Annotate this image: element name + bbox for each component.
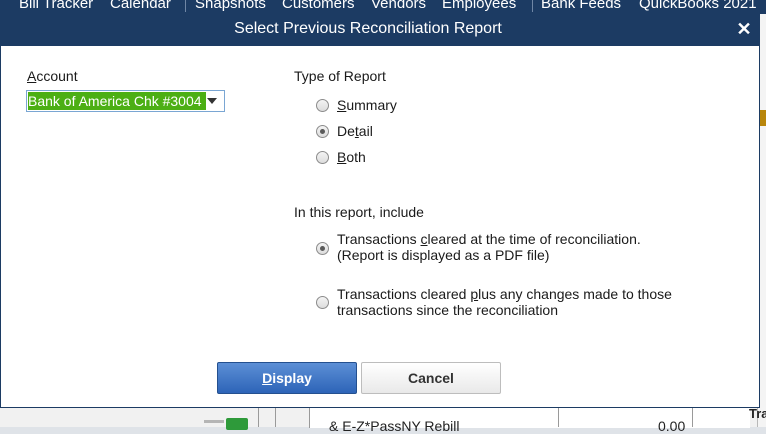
dialog-body: Account Bank of America Chk #3004 Type o… xyxy=(1,46,759,407)
cleared-at-reconciliation-line1: Transactions cleared at the time of reco… xyxy=(337,231,641,247)
reconciliation-report-dialog: Select Previous Reconciliation Report ✕ … xyxy=(0,12,760,408)
dialog-title: Select Previous Reconciliation Report xyxy=(234,20,502,37)
arrow-icon xyxy=(204,420,224,423)
cleared-plus-changes-radio[interactable] xyxy=(316,296,329,309)
cleared-plus-changes-label[interactable]: Transactions cleared plus any changes ma… xyxy=(337,286,672,318)
both-label-rest: oth xyxy=(346,149,366,165)
cleared-at-reconciliation-label[interactable]: Transactions cleared at the time of reco… xyxy=(337,231,641,263)
detail-label[interactable]: Detail xyxy=(337,123,373,139)
report-type-heading: Type of Report xyxy=(294,68,386,84)
both-label[interactable]: Both xyxy=(337,149,366,165)
background-register-row-amount: 0.00 xyxy=(658,418,686,434)
background-divider xyxy=(692,406,693,427)
background-right-text: Tra xyxy=(749,406,766,421)
summary-label[interactable]: Summary xyxy=(337,97,397,113)
summary-mnemonic: S xyxy=(337,97,347,113)
menu-quickbooks-2021[interactable]: QuickBooks 2021 xyxy=(639,0,757,12)
cancel-button[interactable]: Cancel xyxy=(361,362,501,394)
chevron-down-icon[interactable] xyxy=(207,98,217,104)
cleared-line1-pre: Transactions xyxy=(337,231,421,247)
account-dropdown[interactable]: Bank of America Chk #3004 xyxy=(26,90,225,112)
cleared-plus-changes-line2: transactions since the reconciliation xyxy=(337,302,559,318)
plus-line1-rest: lus any changes made to those xyxy=(478,286,672,302)
background-divider xyxy=(275,406,276,427)
background-right-marker xyxy=(760,110,766,126)
plus-line1-pre: Transactions cleared xyxy=(337,286,471,302)
close-icon[interactable]: ✕ xyxy=(735,20,753,38)
include-heading: In this report, include xyxy=(294,204,424,220)
background-register-row-payee: & E-Z*PassNY Rebill xyxy=(329,418,460,434)
green-grid-icon xyxy=(226,418,248,430)
dialog-titlebar[interactable]: Select Previous Reconciliation Report ✕ xyxy=(1,13,759,46)
detail-label-pre: De xyxy=(337,123,355,139)
summary-label-rest: ummary xyxy=(346,97,397,113)
menu-bank-feeds[interactable]: Bank Feeds xyxy=(541,0,621,12)
account-selected-value: Bank of America Chk #3004 xyxy=(28,92,206,110)
display-mnemonic: D xyxy=(262,370,273,386)
menu-vendors[interactable]: Vendors xyxy=(371,0,426,12)
background-divider xyxy=(558,406,559,427)
cleared-at-reconciliation-line2: (Report is displayed as a PDF file) xyxy=(337,247,550,263)
both-mnemonic: B xyxy=(337,149,347,165)
account-label-rest: ccount xyxy=(36,68,78,84)
account-label-mnemonic: A xyxy=(27,68,37,84)
menu-bill-tracker[interactable]: Bill Tracker xyxy=(19,0,93,12)
menu-calendar[interactable]: Calendar xyxy=(110,0,171,12)
display-button[interactable]: Display xyxy=(217,362,357,394)
menu-employees[interactable]: Employees xyxy=(442,0,516,12)
menu-snapshots[interactable]: Snapshots xyxy=(195,0,266,12)
background-divider xyxy=(258,406,259,427)
cleared-line1-rest: leared at the time of reconciliation. xyxy=(427,231,641,247)
both-radio[interactable] xyxy=(316,151,329,164)
display-label-rest: isplay xyxy=(272,370,312,386)
cleared-mnemonic: c xyxy=(420,231,428,247)
menu-customers[interactable]: Customers xyxy=(282,0,355,12)
account-label: Account xyxy=(27,68,78,84)
detail-radio[interactable] xyxy=(316,125,329,138)
cleared-at-reconciliation-radio[interactable] xyxy=(316,242,329,255)
summary-radio[interactable] xyxy=(316,99,329,112)
plus-mnemonic: p xyxy=(470,286,479,302)
cleared-plus-changes-line1: Transactions cleared plus any changes ma… xyxy=(337,286,672,302)
detail-label-rest: ail xyxy=(358,123,373,139)
